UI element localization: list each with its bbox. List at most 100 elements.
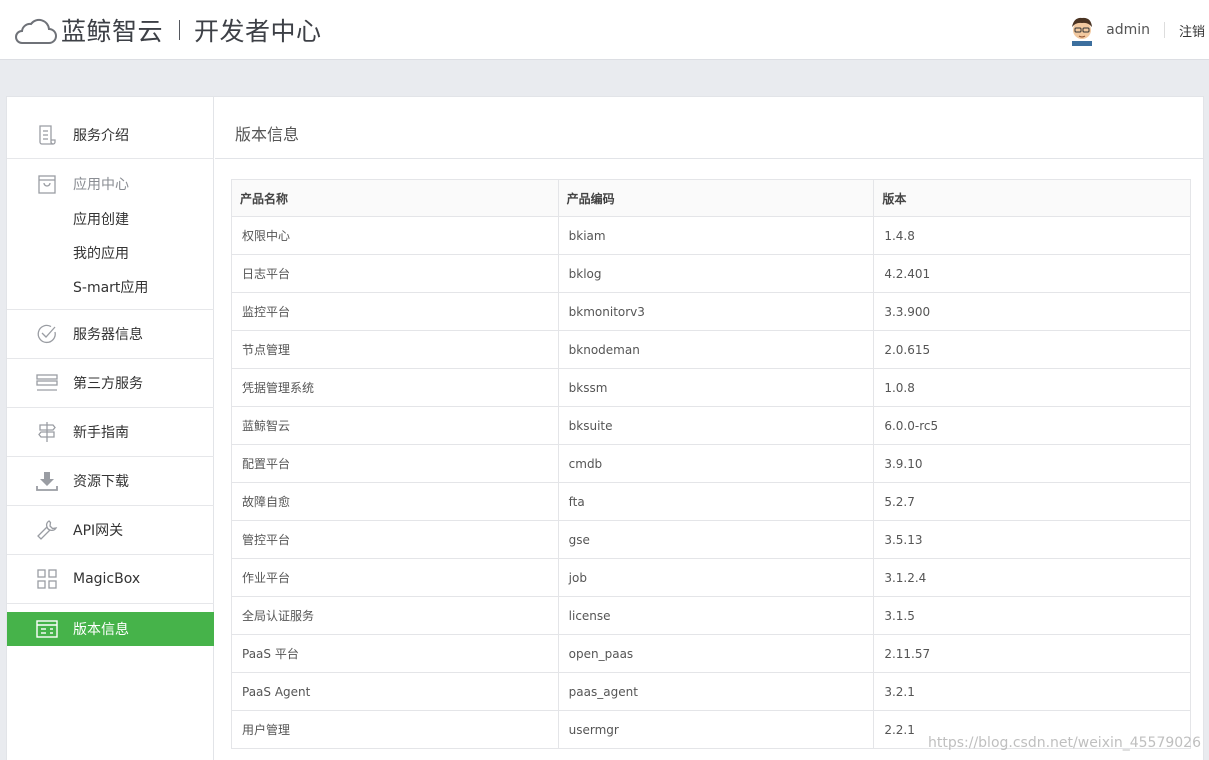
column-header-product-code: 产品编码 xyxy=(557,179,875,217)
username[interactable]: admin xyxy=(1106,22,1150,38)
title-divider xyxy=(215,158,1203,159)
product-code-cell: bkmonitorv3 xyxy=(557,292,875,331)
sidebar: 服务介绍 应用中心 应用创建 我的应用 S-mart应用 服务器信息 第三方服务… xyxy=(7,97,214,760)
product-code-cell: bklog xyxy=(557,254,875,293)
product-code-cell: gse xyxy=(557,520,875,559)
version-cell: 3.5.13 xyxy=(873,520,1191,559)
product-name-cell: 日志平台 xyxy=(231,254,559,293)
scroll-icon xyxy=(39,125,56,145)
version-cell: 3.3.900 xyxy=(873,292,1191,331)
version-cell: 2.11.57 xyxy=(873,634,1191,673)
check-circle-icon xyxy=(37,324,56,344)
sidebar-item-third-party[interactable]: 第三方服务 xyxy=(7,359,214,407)
product-name-cell: 故障自愈 xyxy=(231,482,559,521)
sidebar-item-label: 应用中心 xyxy=(73,177,129,193)
bag-icon xyxy=(38,175,56,194)
version-cell: 6.0.0-rc5 xyxy=(873,406,1191,445)
logo[interactable]: 蓝鲸智云 开发者中心 xyxy=(13,12,322,48)
sidebar-item-label: 版本信息 xyxy=(73,622,129,638)
version-cell: 4.2.401 xyxy=(873,254,1191,293)
version-cell: 2.0.615 xyxy=(873,330,1191,369)
brand-subtitle: 开发者中心 xyxy=(194,17,322,46)
version-cell: 3.1.2.4 xyxy=(873,558,1191,597)
sidebar-item-resource-download[interactable]: 资源下载 xyxy=(7,457,214,505)
sidebar-subitem-app-create[interactable]: 应用创建 xyxy=(73,209,129,229)
version-cell: 5.2.7 xyxy=(873,482,1191,521)
product-name-cell: PaaS 平台 xyxy=(231,634,559,673)
table-header-row: 产品名称 产品编码 版本 xyxy=(231,179,1191,217)
product-code-cell: usermgr xyxy=(557,710,875,749)
avatar[interactable] xyxy=(1066,14,1098,46)
table-row: 管控平台 gse 3.5.13 xyxy=(231,520,1191,559)
sidebar-subitem-my-apps[interactable]: 我的应用 xyxy=(73,243,129,263)
sidebar-divider xyxy=(7,603,214,604)
product-code-cell: bkiam xyxy=(557,216,875,255)
sidebar-item-label: MagicBox xyxy=(73,571,141,587)
sidebar-item-label: 第三方服务 xyxy=(73,376,143,392)
signpost-icon xyxy=(38,422,56,442)
version-table: 产品名称 产品编码 版本 权限中心 bkiam 1.4.8 日志平台 bklog 4.2.… xyxy=(231,179,1191,749)
table-row: 故障自愈 fta 5.2.7 xyxy=(231,482,1191,521)
sidebar-item-app-center[interactable]: 应用中心 xyxy=(7,160,214,208)
page-title: 版本信息 xyxy=(235,125,300,144)
version-cell: 3.2.1 xyxy=(873,672,1191,711)
product-name-cell: 管控平台 xyxy=(231,520,559,559)
version-cell: 3.9.10 xyxy=(873,444,1191,483)
product-code-cell: bkssm xyxy=(557,368,875,407)
header-divider xyxy=(1163,22,1165,38)
product-name-cell: 凭据管理系统 xyxy=(231,368,559,407)
sidebar-item-label: 新手指南 xyxy=(73,425,129,441)
version-cell: 1.4.8 xyxy=(873,216,1191,255)
product-name-cell: 作业平台 xyxy=(231,558,559,597)
product-code-cell: license xyxy=(557,596,875,635)
product-name-cell: 权限中心 xyxy=(231,216,559,255)
sidebar-item-api-gateway[interactable]: API网关 xyxy=(7,506,214,554)
product-code-cell: bknodeman xyxy=(557,330,875,369)
id-card-icon xyxy=(36,620,58,638)
server-stack-icon xyxy=(36,374,58,391)
content-area: 版本信息 产品名称 产品编码 版本 权限中心 bkiam 1.4.8 日志平台 bklo… xyxy=(215,97,1203,760)
sidebar-item-version-info[interactable]: 版本信息 xyxy=(7,612,214,646)
table-row: PaaS Agent paas_agent 3.2.1 xyxy=(231,672,1191,711)
sidebar-item-label: 资源下载 xyxy=(73,474,129,490)
product-code-cell: bksuite xyxy=(557,406,875,445)
sidebar-item-service-intro[interactable]: 服务介绍 xyxy=(7,111,214,159)
product-code-cell: cmdb xyxy=(557,444,875,483)
column-header-product-name: 产品名称 xyxy=(231,179,559,217)
sidebar-item-label: 服务器信息 xyxy=(73,327,143,343)
table-row: 凭据管理系统 bkssm 1.0.8 xyxy=(231,368,1191,407)
column-header-version: 版本 xyxy=(873,179,1191,217)
grid-icon xyxy=(37,569,57,589)
brand-separator xyxy=(179,20,181,40)
product-name-cell: 监控平台 xyxy=(231,292,559,331)
sidebar-item-label: API网关 xyxy=(73,523,124,539)
product-name-cell: PaaS Agent xyxy=(231,672,559,711)
table-row: 全局认证服务 license 3.1.5 xyxy=(231,596,1191,635)
cloud-logo-icon xyxy=(15,18,57,44)
logout-link[interactable]: 注销 xyxy=(1179,21,1205,40)
table-row: PaaS 平台 open_paas 2.11.57 xyxy=(231,634,1191,673)
product-name-cell: 蓝鲸智云 xyxy=(231,406,559,445)
sidebar-item-server-info[interactable]: 服务器信息 xyxy=(7,310,214,358)
watermark: https://blog.csdn.net/weixin_45579026 xyxy=(927,735,1201,751)
table-row: 蓝鲸智云 bksuite 6.0.0-rc5 xyxy=(231,406,1191,445)
table-row: 节点管理 bknodeman 2.0.615 xyxy=(231,330,1191,369)
product-name-cell: 用户管理 xyxy=(231,710,559,749)
product-code-cell: job xyxy=(557,558,875,597)
table-row: 作业平台 job 3.1.2.4 xyxy=(231,558,1191,597)
brand-name: 蓝鲸智云 xyxy=(61,17,164,46)
wrench-icon xyxy=(37,520,58,540)
table-row: 日志平台 bklog 4.2.401 xyxy=(231,254,1191,293)
product-name-cell: 配置平台 xyxy=(231,444,559,483)
sidebar-item-beginner-guide[interactable]: 新手指南 xyxy=(7,408,214,456)
version-cell: 1.0.8 xyxy=(873,368,1191,407)
table-row: 权限中心 bkiam 1.4.8 xyxy=(231,216,1191,255)
sidebar-item-magicbox[interactable]: MagicBox xyxy=(7,555,214,603)
top-header: 蓝鲸智云 开发者中心 admin 注销 xyxy=(0,0,1209,60)
product-name-cell: 节点管理 xyxy=(231,330,559,369)
user-area: admin 注销 xyxy=(1066,0,1209,60)
product-code-cell: fta xyxy=(557,482,875,521)
sidebar-subitem-smart-apps[interactable]: S-mart应用 xyxy=(73,277,148,297)
table-row: 监控平台 bkmonitorv3 3.3.900 xyxy=(231,292,1191,331)
product-code-cell: paas_agent xyxy=(557,672,875,711)
